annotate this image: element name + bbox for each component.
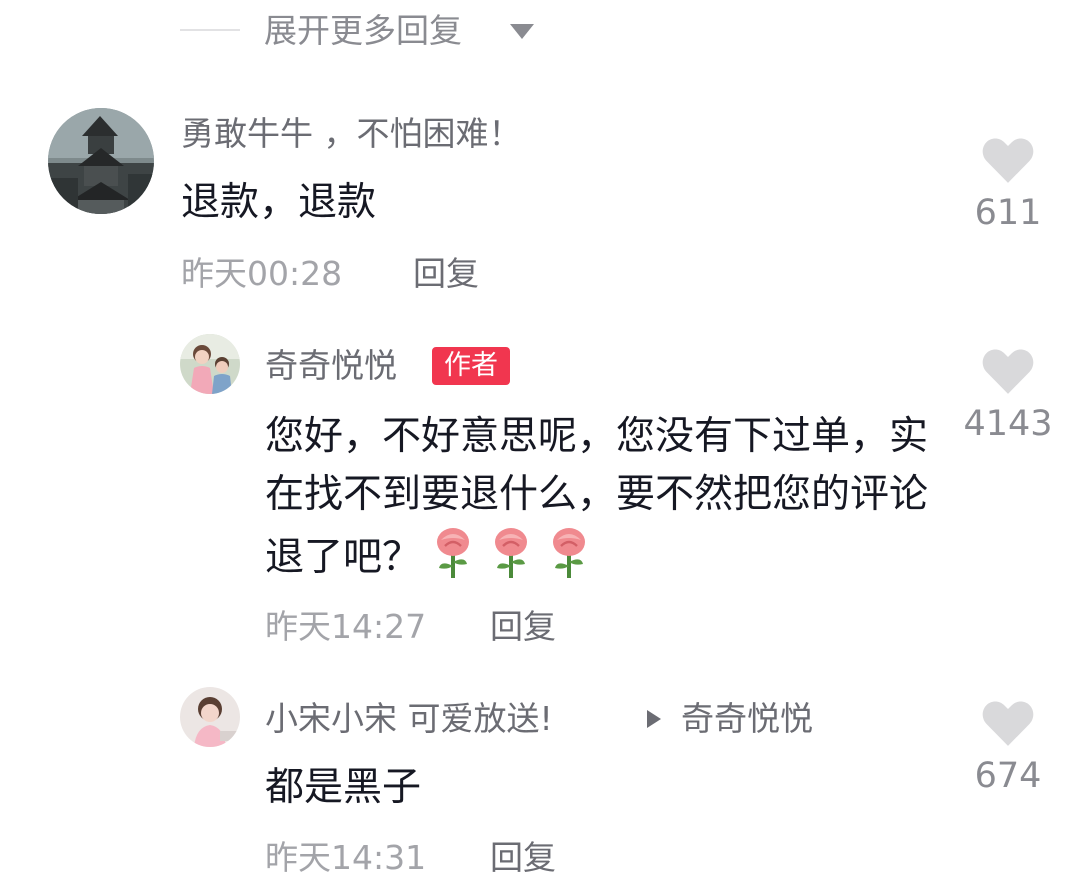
comment-text-content: 您好，不好意思呢，您没有下过单，实在找不到要退什么，要不然把您的评论退了吧？ [265,414,929,580]
avatar[interactable] [48,108,154,214]
rose-icon [437,528,470,578]
comment-time: 昨天00:28 [181,254,343,293]
expand-divider [180,29,240,31]
comment-username[interactable]: 奇奇悦悦 [265,344,397,388]
reply-to-arrow-icon [647,710,661,728]
avatar[interactable] [180,334,240,394]
comment-time: 昨天14:31 [265,838,427,877]
like-button[interactable]: 674 [948,697,1068,797]
comment-text: 您好，不好意思呢，您没有下过单，实在找不到要退什么，要不然把您的评论退了吧？ [265,408,945,587]
like-count: 611 [974,193,1042,233]
comment-text: 都是黑子 [265,765,422,810]
author-badge: 作者 [432,347,510,385]
heart-icon[interactable] [980,345,1036,395]
reply-button[interactable]: 回复 [413,252,479,296]
like-button[interactable]: 4143 [948,345,1068,445]
like-button[interactable]: 611 [948,134,1068,234]
comment-time: 昨天14:27 [265,607,427,646]
rose-icon [495,528,528,578]
rose-icon [553,528,586,578]
expand-more-replies-button[interactable]: 展开更多回复 [264,8,462,54]
comment-text: 退款，退款 [181,180,377,225]
like-count: 4143 [963,404,1053,444]
avatar[interactable] [180,687,240,747]
heart-icon[interactable] [980,697,1036,747]
heart-icon[interactable] [980,134,1036,184]
chevron-down-icon[interactable] [510,24,534,39]
comment-username[interactable]: 小宋小宋 可爱放送! [265,697,553,741]
reply-to-username[interactable]: 奇奇悦悦 [681,697,813,741]
reply-button[interactable]: 回复 [490,836,556,880]
comment-username[interactable]: 勇敢牛牛 ，不怕困难！ [181,112,522,156]
reply-button[interactable]: 回复 [490,605,556,649]
like-count: 674 [974,756,1042,796]
